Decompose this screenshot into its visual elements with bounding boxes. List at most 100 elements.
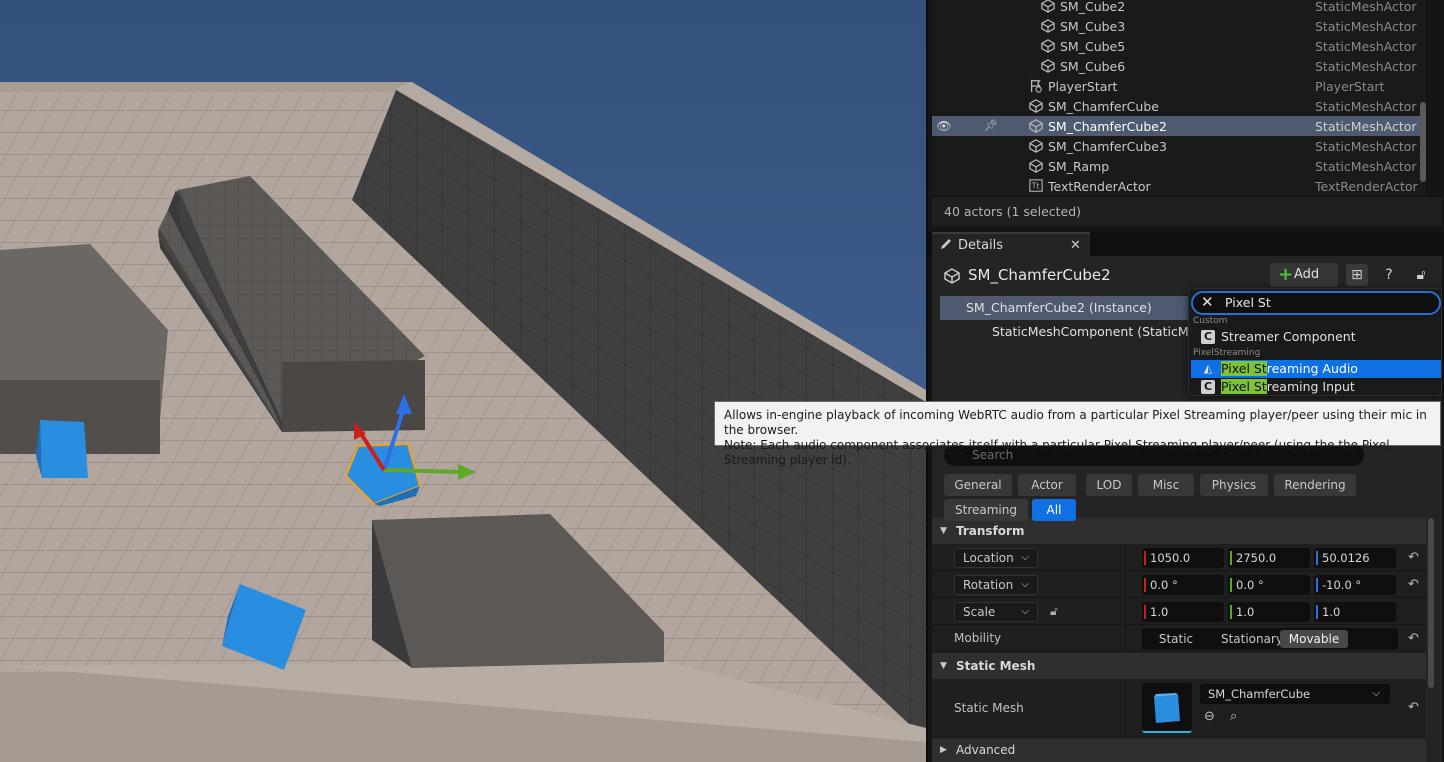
outliner-footer: 40 actors (1 selected): [932, 196, 1442, 226]
reset-icon[interactable]: ↶: [1408, 625, 1419, 652]
category-actor[interactable]: Actor: [1018, 474, 1076, 496]
level-viewport[interactable]: [0, 0, 926, 762]
add-component-dropdown: ✕ Pixel St Custom C Streamer Component P…: [1188, 288, 1442, 396]
static-mesh-icon: [1029, 139, 1043, 153]
section-title: Static Mesh: [956, 659, 1036, 673]
help-icon[interactable]: ?: [1378, 264, 1400, 286]
caret-right-icon: ▶: [940, 745, 947, 755]
category-misc[interactable]: Misc: [1138, 474, 1194, 496]
outliner-row-label: SM_Cube2: [1060, 0, 1126, 14]
pencil-icon: [941, 239, 951, 249]
section-transform[interactable]: ▼ Transform: [932, 518, 1426, 544]
static-mesh-icon: [1041, 39, 1055, 53]
prop-location: Location ⌵ 1050.0 2750.0 50.0126 ↶: [932, 544, 1426, 571]
outliner-row[interactable]: SM_Cube2 StaticMeshActor: [932, 0, 1426, 16]
mobility-movable[interactable]: Movable: [1280, 630, 1348, 648]
outliner-row[interactable]: SM_Cube5 StaticMeshActor: [932, 36, 1426, 56]
outliner-row-label: TextRenderActor: [1048, 178, 1151, 194]
outliner-row-label: SM_Cube6: [1060, 58, 1126, 74]
outliner-row[interactable]: SM_Cube6 StaticMeshActor: [932, 56, 1426, 76]
lock-icon[interactable]: 🔓︎: [1050, 598, 1058, 625]
outliner-list[interactable]: SM_Cube2 StaticMeshActor SM_Cube3 StaticMes…: [932, 0, 1426, 196]
outliner-row-type: StaticMeshActor: [1315, 18, 1417, 34]
rotation-dropdown[interactable]: Rotation ⌵: [954, 575, 1038, 595]
rotation-z-field[interactable]: -10.0 °: [1314, 575, 1396, 595]
mesh-thumbnail[interactable]: [1142, 683, 1192, 733]
close-icon[interactable]: ✕: [1070, 234, 1081, 258]
reset-icon[interactable]: ↶: [1408, 571, 1419, 598]
match-text: Pixel St: [1221, 379, 1267, 394]
component-item-label: reaming Audio: [1266, 361, 1358, 376]
scale-y: 1.0: [1236, 605, 1255, 619]
mobility-static[interactable]: Static: [1144, 630, 1208, 648]
viewport-scene[interactable]: [0, 0, 926, 762]
tab-details[interactable]: Details ✕: [932, 232, 1090, 256]
component-item-streamer[interactable]: C Streamer Component: [1191, 328, 1441, 346]
outliner-row[interactable]: SM_ChamferCube StaticMeshActor: [932, 96, 1426, 116]
category-lod[interactable]: LOD: [1086, 474, 1132, 496]
component-item-label: reaming Input: [1266, 379, 1355, 394]
outliner-row[interactable]: Tt TextRenderActor TextRenderActor: [932, 176, 1426, 196]
location-label: Location: [963, 551, 1014, 565]
location-x-field[interactable]: 1050.0: [1142, 548, 1224, 568]
group-custom: Custom: [1193, 316, 1228, 326]
pin-icon[interactable]: 📌︎: [984, 118, 998, 134]
use-selected-icon[interactable]: ⊖: [1204, 709, 1215, 724]
scale-x-field[interactable]: 1.0: [1142, 602, 1224, 622]
outliner-scrollbar[interactable]: [1420, 102, 1426, 182]
static-mesh-dropdown[interactable]: SM_ChamferCube ⌵: [1200, 684, 1390, 704]
browse-icon[interactable]: ⌕: [1230, 709, 1237, 724]
component-row-staticmesh[interactable]: StaticMeshComponent (StaticMeshComponent…: [940, 320, 1192, 344]
actor-name: SM_ChamferCube2: [968, 266, 1111, 284]
rotation-x-field[interactable]: 0.0 °: [1142, 575, 1224, 595]
tab-details-label: Details: [958, 238, 1004, 253]
section-advanced[interactable]: ▶ Advanced: [932, 739, 1426, 762]
reset-icon[interactable]: ↶: [1408, 544, 1419, 571]
location-z-field[interactable]: 50.0126: [1314, 548, 1396, 568]
component-item-pixel-streaming-input[interactable]: C Pixel Streaming Input: [1191, 378, 1441, 396]
rotation-y-field[interactable]: 0.0 °: [1228, 575, 1310, 595]
outliner-row-type: StaticMeshActor: [1315, 98, 1417, 114]
scale-dropdown[interactable]: Scale ⌵: [954, 602, 1038, 622]
location-z: 50.0126: [1322, 551, 1370, 565]
scale-y-field[interactable]: 1.0: [1228, 602, 1310, 622]
outliner-row-label: PlayerStart: [1048, 78, 1118, 94]
category-rendering[interactable]: Rendering: [1274, 474, 1356, 496]
category-all[interactable]: All: [1032, 499, 1076, 521]
component-label: StaticMeshComponent (StaticMeshComponent…: [992, 324, 1192, 339]
category-streaming[interactable]: Streaming: [944, 499, 1028, 521]
outliner-row-type: StaticMeshActor: [1315, 138, 1417, 154]
cube-left[interactable]: [36, 420, 88, 478]
prop-rotation: Rotation ⌵ 0.0 ° 0.0 ° -10.0 ° ↶: [932, 571, 1426, 598]
scale-x: 1.0: [1150, 605, 1169, 619]
outliner-row-type: StaticMeshActor: [1315, 0, 1417, 14]
category-general[interactable]: General: [944, 474, 1012, 496]
scale-z-field[interactable]: 1.0: [1314, 602, 1396, 622]
chevron-down-icon: ⌵: [1021, 552, 1029, 563]
outliner-row[interactable]: SM_Ramp StaticMeshActor: [932, 156, 1426, 176]
details-scrollbar[interactable]: [1428, 518, 1434, 688]
component-item-pixel-streaming-audio[interactable]: ◭ Pixel Streaming Audio: [1191, 360, 1441, 378]
outliner-row[interactable]: 👁︎ 📌︎ SM_ChamferCube2 StaticMeshActor: [932, 116, 1426, 136]
category-physics[interactable]: Physics: [1200, 474, 1268, 496]
tooltip-line-1: Allows in-engine playback of incoming We…: [724, 408, 1427, 437]
static-mesh-value: SM_ChamferCube: [1208, 687, 1311, 701]
reset-icon[interactable]: ↶: [1408, 679, 1419, 737]
outliner-row[interactable]: SM_ChamferCube3 StaticMeshActor: [932, 136, 1426, 156]
outliner-row[interactable]: SM_Cube3 StaticMeshActor: [932, 16, 1426, 36]
eye-icon[interactable]: 👁︎: [936, 118, 952, 134]
component-tree[interactable]: SM_ChamferCube2 (Instance) StaticMeshCom…: [940, 296, 1192, 356]
outliner-row[interactable]: PlayerStart PlayerStart: [932, 76, 1426, 96]
clear-search-icon[interactable]: ✕: [1201, 292, 1214, 312]
location-y-field[interactable]: 2750.0: [1228, 548, 1310, 568]
prop-static-mesh: Static Mesh SM_ChamferCube ⌵ ⊖ ⌕ ↶: [932, 679, 1426, 737]
scale-z: 1.0: [1322, 605, 1341, 619]
lock-icon[interactable]: 🔓︎: [1410, 264, 1432, 286]
outliner-row-label: SM_ChamferCube3: [1048, 138, 1167, 154]
component-search-input[interactable]: ✕ Pixel St: [1191, 291, 1441, 315]
component-row-instance[interactable]: SM_ChamferCube2 (Instance): [940, 296, 1192, 320]
location-dropdown[interactable]: Location ⌵: [954, 548, 1038, 568]
add-component-button[interactable]: + Add: [1270, 263, 1338, 287]
blueprint-icon[interactable]: ⊞: [1346, 264, 1368, 286]
section-static-mesh[interactable]: ▼ Static Mesh: [932, 653, 1426, 679]
